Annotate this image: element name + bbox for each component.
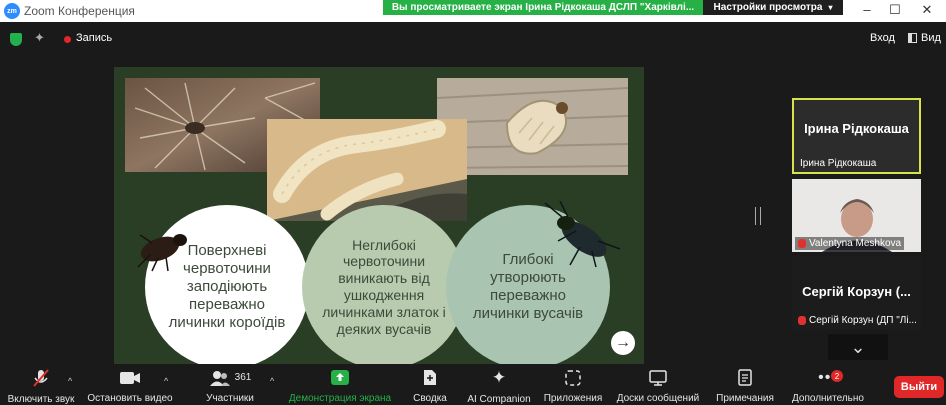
share-screen-label: Демонстрация экрана	[288, 393, 392, 404]
whiteboards-button[interactable]: Доски сообщений	[614, 368, 702, 404]
minimize-icon[interactable]: –	[852, 2, 882, 17]
panel-resize-handle[interactable]	[755, 207, 761, 225]
window-title: Zoom Конференция	[24, 4, 135, 18]
video-options-caret[interactable]: ^	[164, 376, 168, 386]
recording-label[interactable]: Запись	[76, 32, 112, 44]
more-button[interactable]: ••• Дополнительно	[790, 368, 866, 405]
view-options-button[interactable]: Настройки просмотра ▾	[703, 0, 843, 15]
bark-beetle-image	[137, 234, 187, 272]
participant-display-name: Ірина Рідкокаша	[804, 121, 909, 136]
microphone-muted-icon	[32, 368, 50, 388]
screen-share-banner: Вы просматриваете экран Ірина Рідкокаша …	[383, 0, 703, 15]
leave-button[interactable]: Выйти	[894, 376, 944, 398]
participants-options-caret[interactable]: ^	[270, 376, 274, 386]
participant-tile-video[interactable]: Valentyna Meshkova	[792, 179, 921, 252]
chevron-down-icon: ⌄	[850, 337, 866, 357]
ai-companion-label: AI Companion	[467, 394, 531, 405]
unmute-label: Включить звук	[7, 394, 75, 405]
participant-display-name: Сергій Корзун (...	[802, 284, 911, 299]
participants-button[interactable]: 361 Участники	[200, 368, 260, 404]
participant-name-text: Сергій Корзун (ДП "Лі...	[809, 315, 917, 326]
slide-next-arrow-icon[interactable]: →	[611, 331, 635, 355]
participant-tile-name-only[interactable]: Сергій Корзун (... Сергій Корзун (ДП "Лі…	[792, 256, 921, 329]
video-camera-icon	[119, 368, 141, 387]
participants-count: 361	[234, 372, 252, 383]
mic-muted-icon	[798, 316, 806, 325]
notes-label: Примечания	[716, 393, 774, 404]
zoom-logo-icon: zm	[4, 3, 20, 19]
meeting-topbar: ✦ Запись Вход Вид	[0, 22, 946, 56]
text-circle-shallow: Неглибокі червоточини виникають від ушко…	[302, 205, 466, 364]
meeting-toolbar: Включить звук ^ Остановить видео ^ 361 У…	[0, 368, 946, 405]
shared-slide: Поверхневі червоточини заподіюють перева…	[114, 67, 644, 364]
chevron-down-icon: ▾	[828, 3, 833, 12]
summary-document-icon	[423, 368, 437, 387]
more-label: Дополнительно	[792, 393, 864, 404]
stop-video-button[interactable]: Остановить видео	[87, 368, 173, 404]
window-titlebar: zm Zoom Конференция Вы просматриваете эк…	[0, 0, 946, 22]
participants-icon: 361	[209, 368, 252, 387]
close-icon[interactable]: ✕	[912, 2, 942, 18]
shield-icon[interactable]	[10, 33, 22, 46]
whiteboards-label: Доски сообщений	[616, 393, 700, 404]
unmute-button[interactable]: Включить звук	[6, 368, 76, 405]
participant-name-text: Ірина Рідкокаша	[800, 158, 877, 169]
longhorn-beetle-image	[544, 201, 621, 268]
ai-companion-sparkle-icon: ✦	[491, 368, 507, 387]
mic-muted-icon	[798, 239, 806, 248]
view-button[interactable]: Вид	[908, 32, 941, 44]
whiteboard-icon	[649, 368, 667, 387]
participant-name-label: Сергій Корзун (ДП "Лі...	[795, 314, 920, 327]
enter-button[interactable]: Вход	[870, 32, 895, 44]
more-participants-button[interactable]: ⌄	[828, 334, 888, 360]
apps-button[interactable]: Приложения	[541, 368, 605, 404]
maximize-icon[interactable]: ☐	[880, 2, 910, 18]
share-screen-button[interactable]: Демонстрация экрана	[288, 368, 392, 404]
participant-name-label: Valentyna Meshkova	[795, 237, 905, 250]
ai-sparkle-icon[interactable]: ✦	[34, 30, 45, 46]
apps-label: Приложения	[543, 393, 603, 404]
stop-video-label: Остановить видео	[87, 393, 173, 404]
view-options-label: Настройки просмотра	[713, 2, 823, 13]
apps-icon	[565, 368, 581, 387]
record-dot-icon	[64, 36, 71, 43]
participant-name-label: Ірина Рідкокаша	[797, 157, 879, 170]
share-screen-icon	[331, 368, 349, 387]
participant-name-text: Valentyna Meshkova	[809, 238, 902, 249]
audio-options-caret[interactable]: ^	[68, 376, 72, 386]
circle-text-shallow: Неглибокі червоточини виникають від ушко…	[322, 236, 446, 337]
summary-label: Сводка	[413, 393, 447, 404]
view-layout-icon	[908, 33, 917, 43]
ai-companion-button[interactable]: ✦ AI Companion	[466, 368, 532, 405]
notes-icon	[738, 368, 752, 387]
notes-button[interactable]: Примечания	[714, 368, 776, 404]
participants-label: Участники	[206, 393, 254, 404]
participant-tile-active-speaker[interactable]: Ірина Рідкокаша Ірина Рідкокаша	[792, 98, 921, 174]
summary-button[interactable]: Сводка	[410, 368, 450, 404]
view-button-label: Вид	[921, 32, 941, 44]
more-notification-badge: 2	[831, 370, 843, 382]
